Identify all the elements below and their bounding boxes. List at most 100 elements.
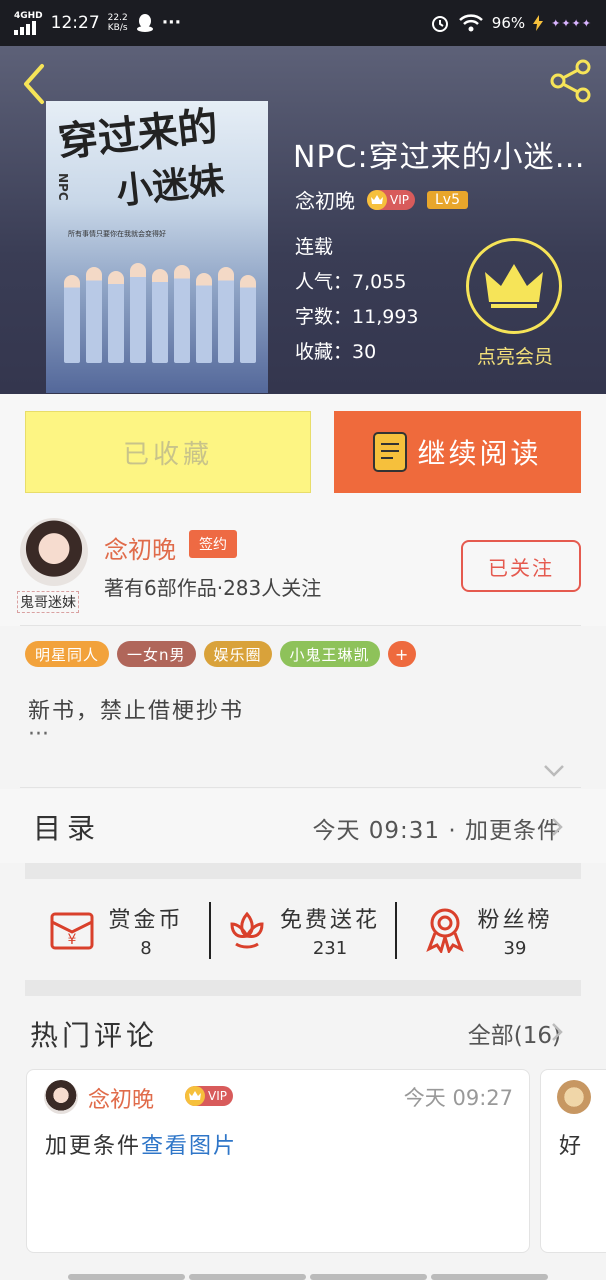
- author-name[interactable]: 念初晚: [104, 530, 176, 565]
- cover-figure: [108, 271, 124, 363]
- collected-button[interactable]: 已收藏: [25, 411, 311, 493]
- chevron-right-icon: [552, 818, 563, 836]
- cover-subtitle: 所有事情只要你在我就会变得好: [68, 230, 166, 238]
- signal-indicator: 4GHD: [14, 11, 43, 35]
- book-author-name[interactable]: 念初晚: [295, 185, 355, 214]
- level-badge: Lv5: [426, 190, 468, 209]
- cover-figure: [152, 269, 168, 363]
- vip-badge: VIP: [185, 1086, 233, 1106]
- comment-card[interactable]: 念初晚 VIP 今天 09:27 加更条件查看图片: [26, 1069, 530, 1253]
- decoration-stars-icon: ✦✦✦✦: [551, 16, 592, 30]
- word-count-row: 字数：11,993: [295, 306, 419, 328]
- back-icon[interactable]: [18, 62, 48, 106]
- tag-item[interactable]: 娱乐圈: [203, 641, 272, 667]
- status-bar: 4GHD 12:27 22.2 KB/s ··· 96% ✦✦✦✦: [0, 0, 606, 46]
- author-card: 鬼哥迷妹 念初晚 签约 著有6部作品·283人关注 已关注: [0, 500, 606, 626]
- view-image-link[interactable]: 查看图片: [141, 1134, 237, 1159]
- stat-value: 231: [312, 937, 348, 959]
- comment-time: 今天 09:27: [403, 1086, 513, 1110]
- stat-label: 赏金币: [108, 907, 184, 933]
- book-icon: [373, 432, 408, 472]
- crown-icon: [185, 1086, 205, 1106]
- more-notifications: ···: [161, 13, 182, 33]
- catalog-title: 目录: [33, 812, 102, 845]
- network-type: 4GHD: [14, 11, 43, 21]
- author-avatar[interactable]: [20, 518, 88, 586]
- avatar-tag: 鬼哥迷妹: [17, 591, 79, 613]
- stats-bar: ¥ 赏金币 8 免费送花 231 粉丝榜 39: [25, 880, 581, 980]
- catalog-row[interactable]: 目录 今天 09:31 · 加更条件: [0, 789, 606, 863]
- cover-figure: [196, 273, 212, 363]
- clock: 12:27: [50, 13, 100, 33]
- signal-bars-icon: [14, 21, 43, 35]
- word-count-value: 11,993: [352, 306, 419, 328]
- book-cover[interactable]: 穿过来的 小迷妹 NPC 所有事情只要你在我就会变得好: [46, 101, 268, 393]
- tag-list: 明星同人 一女n男 娱乐圈 小鬼王琳凯 +: [25, 641, 416, 667]
- chevron-right-icon: [552, 1023, 563, 1041]
- book-header: 穿过来的 小迷妹 NPC 所有事情只要你在我就会变得好 NPC:穿过来的小迷… …: [0, 46, 606, 394]
- author-stats: 著有6部作品·283人关注: [104, 576, 322, 600]
- red-envelope-icon: ¥: [50, 912, 94, 950]
- comment-card-peek[interactable]: 好: [540, 1069, 606, 1253]
- follow-button[interactable]: 已关注: [461, 540, 581, 592]
- medal-icon: [426, 908, 465, 953]
- hot-comments-title: 热门评论: [30, 1019, 159, 1052]
- cover-figure: [86, 267, 102, 363]
- divider: [20, 787, 581, 788]
- book-status: 连载: [295, 236, 334, 258]
- comment-text: 好: [559, 1134, 582, 1159]
- qq-icon: [136, 14, 153, 32]
- commenter-avatar[interactable]: [44, 1080, 78, 1114]
- stat-reward-coins[interactable]: ¥ 赏金币 8: [25, 902, 209, 959]
- vip-label: VIP: [208, 1089, 227, 1103]
- member-button[interactable]: 点亮会员: [466, 238, 564, 369]
- continue-reading-label: 继续阅读: [417, 437, 542, 470]
- stat-free-flowers[interactable]: 免费送花 231: [209, 901, 395, 959]
- description-ellipsis: ···: [28, 722, 49, 747]
- all-comments-link[interactable]: 全部(16): [468, 1016, 561, 1050]
- divider: [20, 625, 581, 626]
- book-meta: 连载 人气：7,055 字数：11,993 收藏：30: [295, 230, 419, 370]
- stat-fan-ranking[interactable]: 粉丝榜 39: [395, 901, 581, 959]
- stat-label: 粉丝榜: [477, 907, 553, 933]
- vip-label: VIP: [390, 192, 409, 207]
- stat-value: 39: [503, 937, 527, 959]
- tag-item[interactable]: 一女n男: [117, 641, 196, 667]
- cover-npc: NPC: [56, 173, 70, 201]
- tag-item[interactable]: 明星同人: [25, 641, 110, 667]
- book-description: 新书，禁止借梗抄书: [28, 699, 245, 724]
- cover-figure: [240, 275, 256, 363]
- popularity-value: 7,055: [352, 271, 407, 293]
- commenter-name[interactable]: 念初晚: [88, 1082, 154, 1114]
- cover-figure: [64, 275, 80, 363]
- stat-value: 8: [140, 937, 152, 959]
- svg-text:¥: ¥: [68, 932, 77, 948]
- wifi-icon: [458, 14, 483, 32]
- vip-badge: VIP: [367, 189, 415, 210]
- battery-level: 96%: [491, 14, 526, 32]
- favorites-row: 收藏：30: [295, 341, 377, 363]
- cover-figure: [174, 265, 190, 363]
- hot-comments-header: 热门评论 全部(16): [0, 996, 606, 1066]
- stat-label: 免费送花: [279, 907, 380, 933]
- charging-icon: [533, 15, 544, 31]
- network-speed: 22.2 KB/s: [107, 13, 128, 33]
- alarm-icon: [431, 16, 448, 32]
- add-tag-button[interactable]: +: [387, 641, 416, 667]
- cover-figure: [218, 267, 234, 363]
- continue-reading-button[interactable]: 继续阅读: [334, 411, 581, 493]
- crown-icon: [367, 189, 387, 210]
- section-separator: [25, 980, 581, 996]
- tag-item[interactable]: 小鬼王琳凯: [279, 641, 380, 667]
- cover-title-line2: 小迷妹: [114, 159, 227, 213]
- commenter-avatar[interactable]: [557, 1080, 591, 1114]
- member-crown-icon: [466, 238, 562, 334]
- share-icon[interactable]: [548, 58, 594, 104]
- member-label: 点亮会员: [476, 346, 553, 368]
- flower-icon: [230, 911, 264, 949]
- action-bar: 已收藏 继续阅读: [0, 394, 606, 500]
- bottom-tab-indicator: [68, 1274, 548, 1280]
- book-author-row: 念初晚 VIP Lv5: [295, 185, 468, 214]
- expand-chevron-icon[interactable]: [543, 764, 565, 778]
- favorites-value: 30: [352, 341, 377, 363]
